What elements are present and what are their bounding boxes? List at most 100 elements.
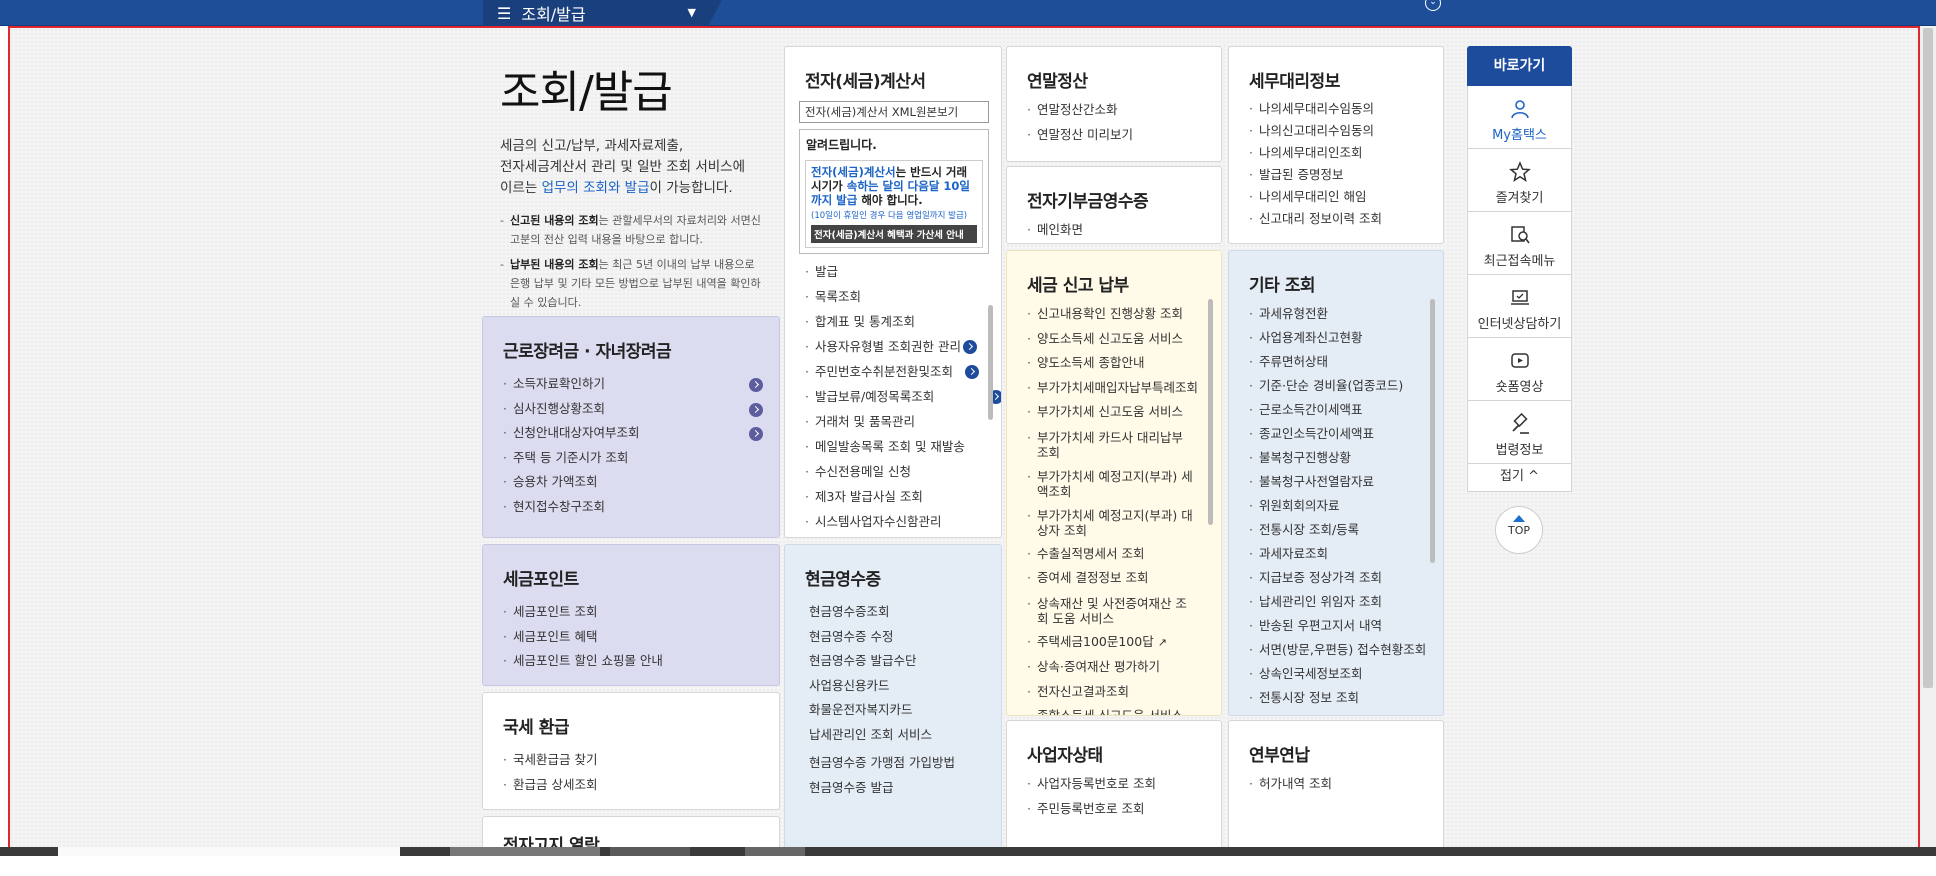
list-item[interactable]: 납세관리인 위임자 조회 <box>1249 590 1443 614</box>
list-item[interactable]: 발급된 증명정보 <box>1249 164 1443 186</box>
list-item[interactable]: 불복청구사전열람자료 <box>1249 470 1443 494</box>
list-item[interactable]: 과세유형전환 <box>1249 302 1443 326</box>
list-item-label: 기준·단순 경비율(업종코드) <box>1259 378 1404 393</box>
list-item[interactable]: 근로소득간이세액표 <box>1249 398 1443 422</box>
list-item[interactable]: 소득자료확인하기 <box>503 372 779 397</box>
list-item[interactable]: 세금포인트 혜택 <box>503 625 779 650</box>
list-item[interactable]: 시스템사업자수신함관리 <box>805 509 965 534</box>
quick-online-consult[interactable]: 인터넷상담하기 <box>1467 275 1572 338</box>
list-item[interactable]: 상속재산 및 사전증여재산 조회 도움 서비스 <box>1027 591 1195 630</box>
list-item[interactable]: 주민번호수취분전환및조회 <box>805 359 979 384</box>
scrollbar-thumb[interactable] <box>1208 299 1213 525</box>
scrollbar-thumb[interactable] <box>988 305 993 420</box>
list-item[interactable]: 수출실적명세서 조회 <box>1027 542 1195 567</box>
menu-dropdown[interactable]: ☰ 조회/발급 ▼ <box>483 0 708 26</box>
quick-label: 즐겨찾기 <box>1495 191 1544 206</box>
list-item[interactable]: 부가가치세 예정고지(부과) 세액조회 <box>1027 464 1195 503</box>
scrollbar-thumb[interactable] <box>1430 299 1435 563</box>
list-item[interactable]: 발급보류/예정목록조회 <box>805 384 1001 409</box>
list-item[interactable]: 과세자료조회 <box>1249 542 1443 566</box>
list-item[interactable]: 세금포인트 할인 쇼핑몰 안내 <box>503 649 779 674</box>
list-item[interactable]: 양도소득세 신고도움 서비스 <box>1027 327 1195 352</box>
list-item[interactable]: 나의세무대리인조회 <box>1249 142 1443 164</box>
list-item[interactable]: 신고대리 정보이력 조회 <box>1249 208 1443 230</box>
list-item[interactable]: 기준·단순 경비율(업종코드) <box>1249 374 1443 398</box>
list-item[interactable]: 지급보증 정상가격 조회 <box>1249 566 1443 590</box>
quick-my-hometax[interactable]: My홈택스 <box>1467 86 1572 149</box>
list-item[interactable]: 양도소득세 종합안내 <box>1027 351 1195 376</box>
list-item[interactable]: 나의세무대리인 해임 <box>1249 186 1443 208</box>
list-item[interactable]: 현금영수증 발급수단 <box>805 649 1001 674</box>
list-item[interactable]: 종합소득세 신고도움 서비스 <box>1027 704 1195 715</box>
list-item[interactable]: 위원회회의자료 <box>1249 494 1443 518</box>
quick-recent-menu[interactable]: 최근접속메뉴 <box>1467 212 1572 275</box>
list-item[interactable]: 부가가치세 예정고지(부과) 대상자 조회 <box>1027 503 1195 542</box>
list-item[interactable]: 사업자등록번호로 조회 <box>1027 772 1221 797</box>
list-item[interactable]: 부가가치세 카드사 대리납부 조회 <box>1027 425 1195 464</box>
list-item[interactable]: 합계표 및 통계조회 <box>805 309 965 334</box>
list-item[interactable]: 주택세금100문100답 ↗ <box>1027 630 1195 656</box>
list-item[interactable]: 사용자유형별 조회권한 관리 <box>805 334 977 359</box>
list-item[interactable]: 주민등록번호로 조회 <box>1027 797 1221 822</box>
list-item[interactable]: 신청안내대상자여부조회 <box>503 421 779 446</box>
chevron-down-icon[interactable]: ⌄ <box>1425 0 1441 11</box>
list-item[interactable]: 사업용계좌신고현황 <box>1249 326 1443 350</box>
list-item[interactable]: 현금영수증 발급 <box>805 776 1001 801</box>
list-item[interactable]: 현금영수증 가맹점 가입방법 <box>805 751 1001 776</box>
card-title: 전자기부금영수증 <box>1027 192 1149 212</box>
quick-label: My홈택스 <box>1492 128 1547 143</box>
list-item[interactable]: 나의세무대리수임동의 <box>1249 98 1443 120</box>
list-item-label: 소득자료확인하기 <box>513 376 606 391</box>
list-item[interactable]: 심사진행상황조회 <box>503 397 779 422</box>
list-item[interactable]: 반송된 우편고지서 내역 <box>1249 614 1443 638</box>
quick-law-info[interactable]: 법령정보 <box>1467 401 1572 464</box>
list-item[interactable]: 납세관리인 조회 서비스 <box>805 723 1001 748</box>
list-item[interactable]: 부가가치세매입자납부특례조회 <box>1027 376 1198 401</box>
scroll-top-button[interactable]: TOP <box>1495 506 1543 554</box>
list-item[interactable]: 거래처 및 품목관리 <box>805 409 965 434</box>
list-item[interactable]: 종교인소득간이세액표 <box>1249 422 1443 446</box>
list-item[interactable]: 주택 등 기준시가 조회 <box>503 446 779 471</box>
list-item[interactable]: 증여세 결정정보 조회 <box>1027 566 1195 591</box>
list-item[interactable]: 불복청구진행상황 <box>1249 446 1443 470</box>
list-item-label: 사업용계좌신고현황 <box>1259 330 1363 345</box>
list-item[interactable]: 세금포인트 조회 <box>503 600 779 625</box>
list-item[interactable]: 환급금 상세조회 <box>503 773 779 798</box>
list-item[interactable]: 연말정산간소화 <box>1027 98 1221 123</box>
list-item[interactable]: 전통시장 정보 조회 <box>1249 686 1443 710</box>
list-item[interactable]: 전통시장 조회/등록 <box>1249 518 1443 542</box>
list-item[interactable]: 신고내용확인 진행상황 조회 <box>1027 302 1195 327</box>
list-item[interactable]: 현금영수증조회 <box>805 600 1001 625</box>
list-item[interactable]: 주류면허상태 <box>1249 350 1443 374</box>
page-scrollbar[interactable] <box>1920 26 1936 855</box>
list-item[interactable]: 승용차 가액조회 <box>503 470 779 495</box>
list-item[interactable]: 사업용신용카드 <box>805 674 1001 699</box>
list-item[interactable]: 상속·증여재산 평가하기 <box>1027 655 1195 680</box>
list-item[interactable]: 연말정산 미리보기 <box>1027 123 1221 148</box>
list-item[interactable]: 메일발송목록 조회 및 재발송 <box>805 434 965 459</box>
list-item[interactable]: 상속인국세정보조회 <box>1249 662 1443 686</box>
list-item[interactable]: 현지접수창구조회 <box>503 495 779 520</box>
list-item[interactable]: 부가가치세 신고도움 서비스 <box>1027 400 1195 425</box>
list-item[interactable]: 수신전용메일 신청 <box>805 459 965 484</box>
note-paid: 납부된 내용의 조회는 최근 5년 이내의 납부 내용으로 은행 납부 및 기타… <box>500 255 765 312</box>
user-icon <box>1510 100 1529 119</box>
list-item[interactable]: 전자신고결과조회 <box>1027 680 1195 705</box>
fold-button[interactable]: 접기 ^ <box>1467 464 1572 492</box>
list-item[interactable]: 서면(방문,우편등) 접수현황조회 <box>1249 638 1443 662</box>
xml-view-button[interactable]: 전자(세금)계산서 XML원본보기 <box>799 101 989 123</box>
list-item[interactable]: 목록조회 <box>805 284 965 309</box>
scrollbar-thumb[interactable] <box>1923 28 1933 688</box>
list-item[interactable]: 제3자 발급사실 조회 <box>805 484 965 509</box>
list-item[interactable]: 메인화면 <box>1027 218 1221 243</box>
notice-link[interactable]: 전자(세금)계산서 혜택과 가산세 안내 <box>811 225 977 243</box>
list-item[interactable]: 현금영수증 수정 <box>805 625 1001 650</box>
list-item[interactable]: 화물운전자복지카드 <box>805 698 1001 723</box>
quick-short-video[interactable]: 숏폼영상 <box>1467 338 1572 401</box>
list-item-label: 상속재산 및 사전증여재산 조회 도움 서비스 <box>1037 595 1187 626</box>
list-item[interactable]: 나의신고대리수임동의 <box>1249 120 1443 142</box>
quick-favorites[interactable]: 즐겨찾기 <box>1467 149 1572 212</box>
list-item[interactable]: 국세환급금 찾기 <box>503 748 779 773</box>
list-item[interactable]: 허가내역 조회 <box>1249 772 1443 797</box>
list-item[interactable]: 발급 <box>805 259 965 284</box>
